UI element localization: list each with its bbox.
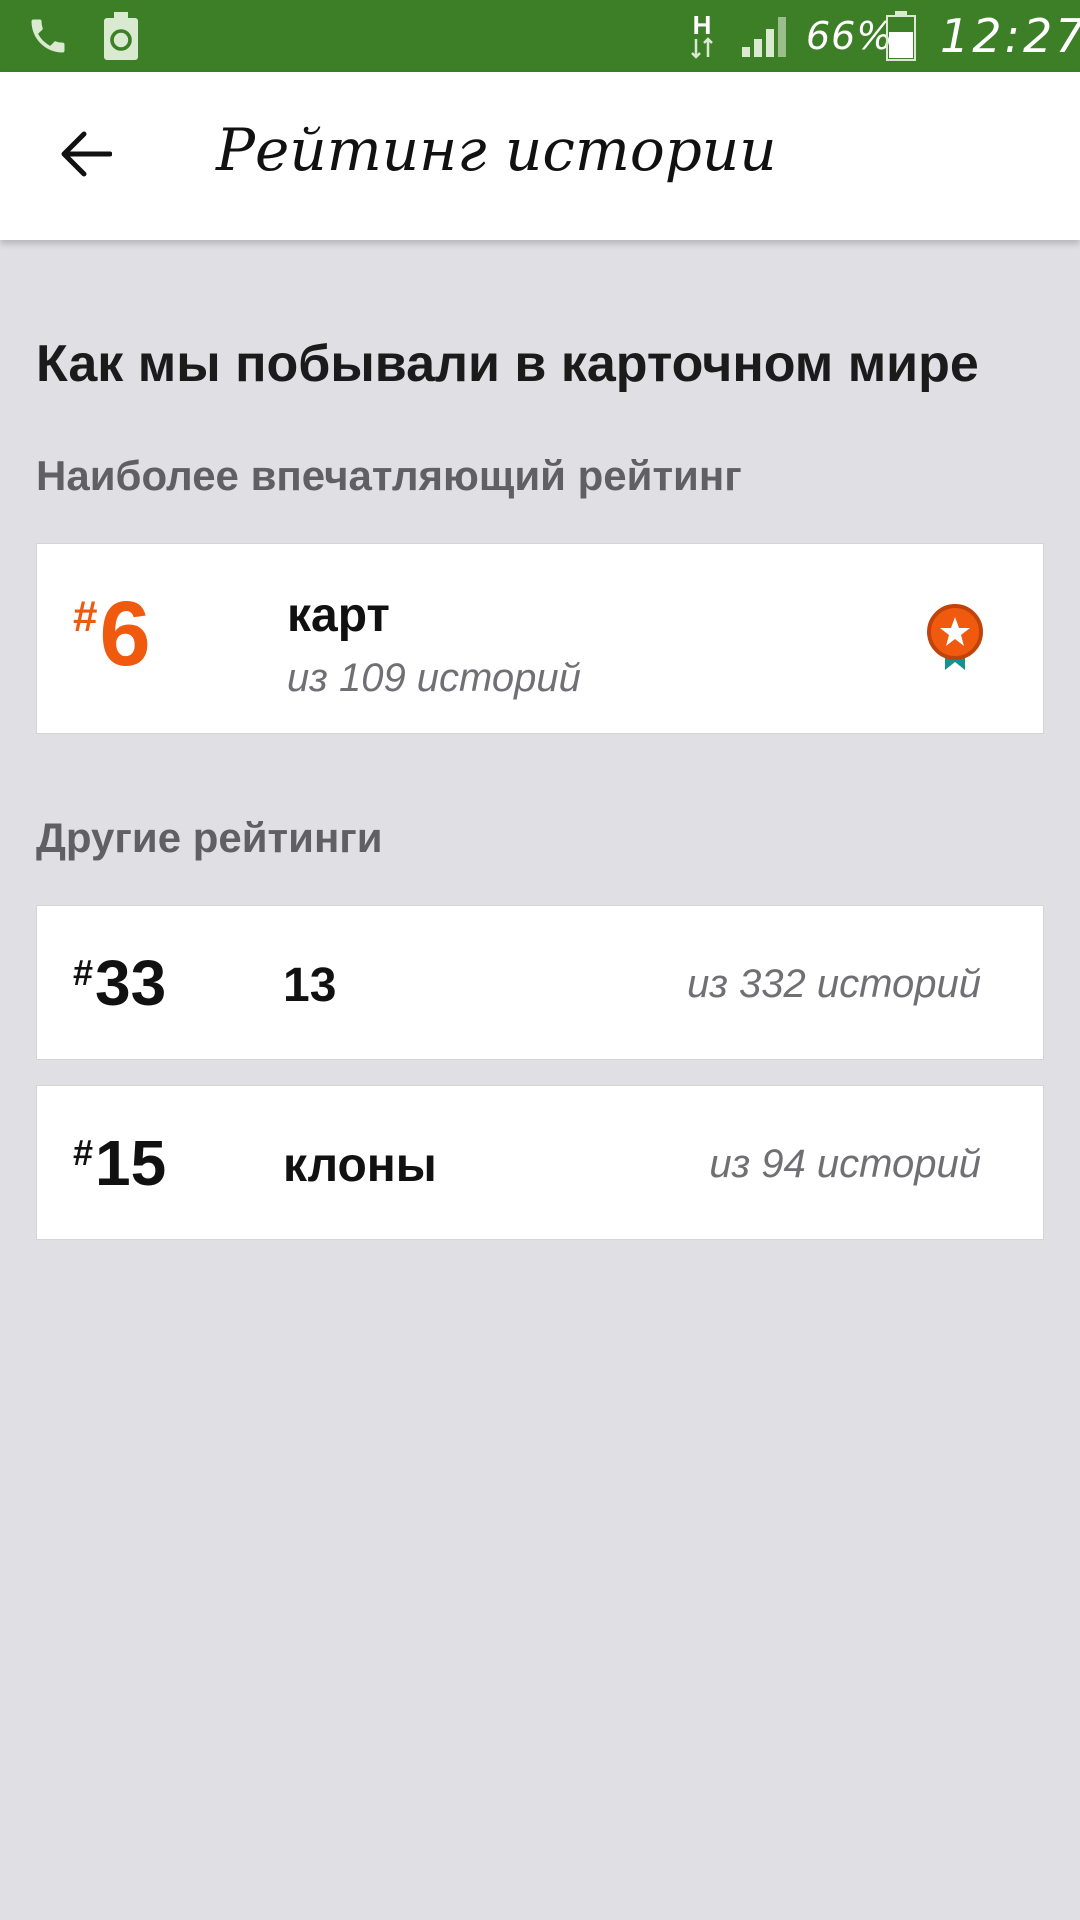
app-bar: Рейтинг истории: [0, 72, 1080, 240]
rating-category: клоны: [283, 1139, 437, 1192]
rank-number: 6: [99, 583, 151, 685]
rating-rank: # 15: [73, 1130, 166, 1196]
signal-strength-icon: [740, 0, 790, 72]
rating-rank: # 33: [73, 950, 166, 1016]
rank-hash: #: [73, 952, 94, 993]
highlight-count: из 109 историй: [287, 656, 581, 700]
medal-icon: [927, 604, 983, 670]
phone-icon: [26, 0, 70, 72]
status-bar: H 66% 12:27: [0, 0, 1080, 72]
clock: 12:27: [940, 9, 1080, 63]
rank-number: 33: [95, 947, 167, 1019]
highlight-rank: # 6: [73, 588, 151, 680]
rating-count: из 332 историй: [687, 962, 981, 1006]
page-title: Рейтинг истории: [216, 116, 777, 184]
rating-count: из 94 историй: [709, 1142, 981, 1186]
rating-card[interactable]: # 15 клоны из 94 историй: [36, 1085, 1044, 1240]
rank-hash: #: [73, 592, 98, 641]
rating-category: 13: [283, 959, 337, 1012]
battery-icon: [886, 0, 916, 72]
rating-card[interactable]: # 33 13 из 332 историй: [36, 905, 1044, 1060]
other-ratings-heading: Другие рейтинги: [36, 814, 383, 861]
network-type-indicator: H: [690, 0, 714, 72]
story-title: Как мы побывали в карточном мире: [36, 335, 979, 393]
highlight-category: карт: [287, 589, 390, 642]
data-transfer-icon: [691, 37, 713, 59]
arrow-left-icon: [61, 131, 112, 177]
battery-saver-icon: [104, 0, 138, 72]
back-button[interactable]: [44, 112, 128, 196]
highlight-rating-card[interactable]: # 6 карт из 109 историй: [36, 543, 1044, 734]
rank-hash: #: [73, 1132, 94, 1173]
rank-number: 15: [95, 1127, 167, 1199]
network-type-label: H: [692, 10, 712, 40]
battery-percent: 66%: [806, 14, 894, 58]
highlight-heading: Наиболее впечатляющий рейтинг: [36, 452, 742, 499]
